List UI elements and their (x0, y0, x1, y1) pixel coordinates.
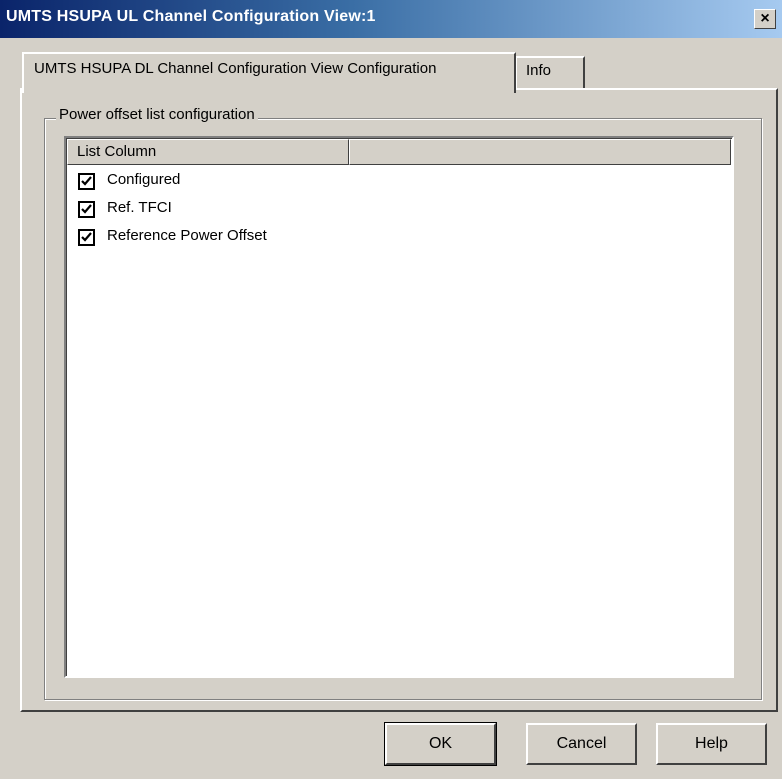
checkmark-icon (81, 176, 92, 186)
groupbox-label: Power offset list configuration (56, 106, 258, 123)
title-bar[interactable]: UMTS HSUPA UL Channel Configuration View… (0, 0, 782, 38)
cancel-button[interactable]: Cancel (526, 723, 637, 765)
help-button[interactable]: Help (656, 723, 767, 765)
column-header-list-column[interactable]: List Column (67, 139, 349, 165)
list-item-label: Configured (107, 171, 181, 188)
ref-tfci-checkbox[interactable] (78, 201, 95, 218)
configured-checkbox[interactable] (78, 173, 95, 190)
list-column-listview[interactable]: List Column Configured Ref. TFCI Referen… (64, 136, 734, 678)
close-button[interactable]: × (754, 9, 776, 29)
reference-power-offset-checkbox[interactable] (78, 229, 95, 246)
list-item-label: Reference Power Offset (107, 227, 267, 244)
tab-content: Power offset list configuration List Col… (20, 88, 778, 712)
tab-dl-channel-configuration[interactable]: UMTS HSUPA DL Channel Configuration View… (22, 52, 516, 93)
tab-info[interactable]: Info (516, 56, 585, 88)
tab-label: UMTS HSUPA DL Channel Configuration View… (34, 60, 437, 77)
dialog-window: UMTS HSUPA UL Channel Configuration View… (0, 0, 782, 779)
close-icon: × (760, 10, 770, 27)
tab-label: Info (526, 62, 552, 79)
checkmark-icon (81, 232, 92, 242)
checkmark-icon (81, 204, 92, 214)
window-title: UMTS HSUPA UL Channel Configuration View… (6, 8, 376, 25)
list-header: List Column (67, 139, 731, 165)
column-header-empty[interactable] (349, 139, 731, 165)
ok-button[interactable]: OK (384, 722, 497, 766)
list-item-label: Ref. TFCI (107, 199, 172, 216)
